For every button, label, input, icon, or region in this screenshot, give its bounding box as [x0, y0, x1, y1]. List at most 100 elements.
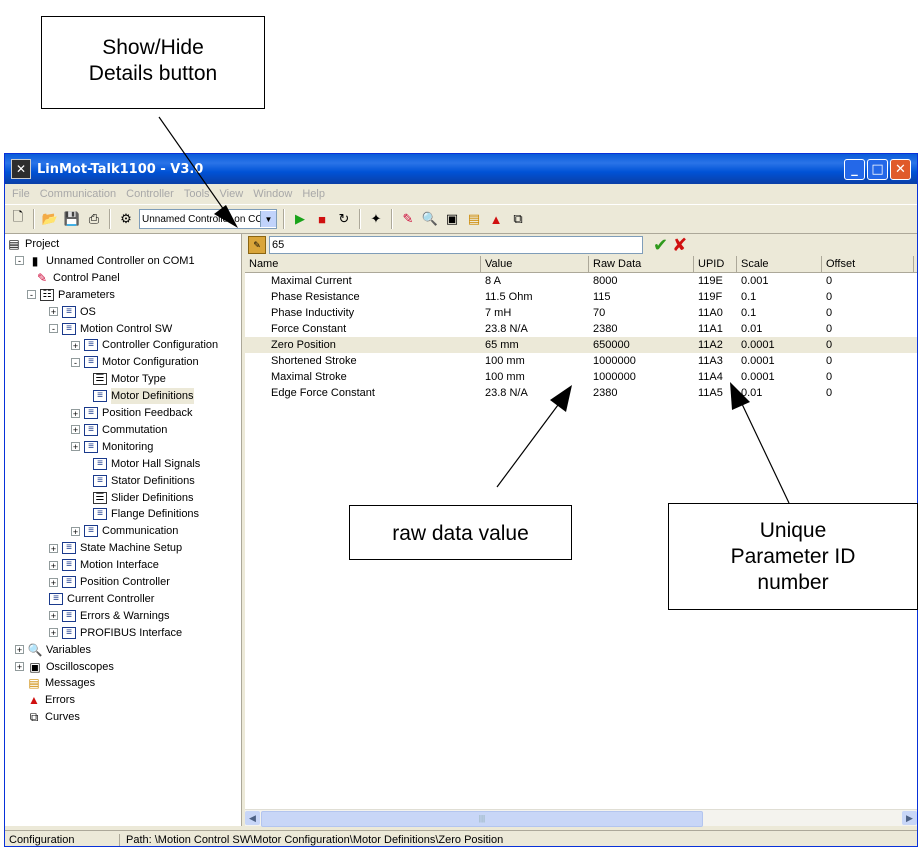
- expand-icon[interactable]: +: [71, 442, 80, 452]
- menu-tools[interactable]: Tools: [179, 188, 215, 200]
- expand-icon[interactable]: +: [71, 425, 80, 435]
- table-row[interactable]: Maximal Stroke 100 mm 1000000 11A4 0.0001 0: [245, 369, 917, 385]
- expand-icon[interactable]: +: [49, 543, 58, 553]
- menu-window[interactable]: Window: [248, 188, 297, 200]
- menu-file[interactable]: File: [7, 188, 35, 200]
- open-folder-icon[interactable]: 📂: [41, 210, 59, 228]
- play-icon[interactable]: ▶: [291, 210, 309, 228]
- tree-item[interactable]: + ▣ Oscilloscopes: [15, 659, 114, 675]
- scroll-right-icon[interactable]: ▶: [902, 811, 917, 825]
- table-row[interactable]: Shortened Stroke 100 mm 1000000 11A3 0.0001 0: [245, 353, 917, 369]
- expand-icon[interactable]: +: [71, 526, 80, 536]
- expand-icon[interactable]: +: [49, 560, 58, 570]
- menu-view[interactable]: View: [215, 188, 249, 200]
- collapse-icon[interactable]: -: [49, 324, 58, 334]
- collapse-icon[interactable]: -: [71, 357, 80, 367]
- curves-icon[interactable]: ⧉: [509, 210, 527, 228]
- chevron-down-icon[interactable]: ▼: [260, 211, 276, 227]
- folder-doc-icon: ≡: [62, 322, 76, 335]
- tree-item[interactable]: ☰ Slider Definitions: [93, 490, 194, 506]
- tree-item[interactable]: - ☷ Parameters: [27, 287, 115, 303]
- expand-icon[interactable]: +: [49, 628, 58, 638]
- tree-item[interactable]: ▲ Errors: [27, 692, 75, 708]
- column-header-scale[interactable]: Scale: [737, 256, 822, 272]
- collapse-icon[interactable]: -: [15, 256, 24, 266]
- title-bar[interactable]: ✕ LinMot-Talk1100 - V3.0 _ □ ✕: [5, 154, 917, 184]
- tree-item-label: Motion Interface: [80, 559, 159, 572]
- cancel-icon[interactable]: ✘: [672, 235, 687, 256]
- oscilloscope-icon[interactable]: ▣: [443, 210, 461, 228]
- tree-item[interactable]: ≡ Motor Definitions: [93, 388, 194, 405]
- close-button[interactable]: ✕: [890, 158, 911, 180]
- table-row[interactable]: Phase Resistance 11.5 Ohm 115 119F 0.1 0: [245, 289, 917, 305]
- show-hide-details-icon[interactable]: ⚙: [117, 210, 135, 228]
- tree-item[interactable]: + ≡ Commutation: [71, 422, 167, 438]
- horizontal-scrollbar[interactable]: ◀ ||| ▶: [245, 809, 917, 827]
- tree-item[interactable]: - ≡ Motion Control SW: [49, 321, 172, 337]
- tree-item[interactable]: ▤ Messages: [27, 675, 95, 691]
- table-row[interactable]: Maximal Current 8 A 8000 119E 0.001 0: [245, 273, 917, 289]
- table-row[interactable]: Zero Position 65 mm 650000 11A2 0.0001 0: [245, 337, 917, 353]
- accept-icon[interactable]: ✔: [653, 235, 668, 256]
- minimize-button[interactable]: _: [844, 158, 865, 180]
- scroll-left-icon[interactable]: ◀: [245, 811, 260, 825]
- column-header-offset[interactable]: Offset: [822, 256, 914, 272]
- stop-icon[interactable]: ■: [313, 210, 331, 228]
- messages-icon[interactable]: ▤: [465, 210, 483, 228]
- table-row[interactable]: Edge Force Constant 23.8 N/A 2380 11A5 0.01 0: [245, 385, 917, 401]
- save-icon[interactable]: 💾: [63, 210, 81, 228]
- expand-icon[interactable]: +: [15, 645, 24, 655]
- new-project-icon[interactable]: 🗋: [9, 209, 27, 228]
- tree-item[interactable]: ≡ Current Controller: [49, 591, 154, 607]
- controller-select[interactable]: Unnamed Controller on COM1 ▼: [139, 209, 277, 229]
- tree-item[interactable]: - ≡ Motor Configuration: [71, 354, 199, 370]
- maximize-button[interactable]: □: [867, 158, 888, 180]
- column-header-upid[interactable]: UPID: [694, 256, 737, 272]
- oscilloscope-icon: ▣: [28, 659, 42, 674]
- reset-icon[interactable]: ↻: [335, 210, 353, 228]
- column-header-raw-data[interactable]: Raw Data: [589, 256, 694, 272]
- tree-item[interactable]: + ≡ Monitoring: [71, 439, 153, 455]
- table-row[interactable]: Phase Inductivity 7 mH 70 11A0 0.1 0: [245, 305, 917, 321]
- tree-item[interactable]: + ≡ Motion Interface: [49, 557, 159, 573]
- tree-item[interactable]: ⧉ Curves: [27, 709, 80, 725]
- tree-item[interactable]: + ≡ OS: [49, 304, 96, 320]
- expand-icon[interactable]: +: [49, 611, 58, 621]
- wizard-icon[interactable]: ✦: [367, 210, 385, 228]
- control-panel-icon[interactable]: ✎: [399, 210, 417, 228]
- variables-icon[interactable]: 🔍: [421, 210, 439, 228]
- expand-icon[interactable]: +: [15, 662, 24, 672]
- menu-controller[interactable]: Controller: [121, 188, 179, 200]
- column-header-value[interactable]: Value: [481, 256, 589, 272]
- value-input[interactable]: 65: [269, 236, 643, 254]
- expand-icon[interactable]: +: [49, 577, 58, 587]
- scrollbar-thumb[interactable]: |||: [261, 811, 703, 827]
- tree-item[interactable]: ☰ Motor Type: [93, 371, 166, 387]
- tree-item[interactable]: + ≡ Position Feedback: [71, 405, 193, 421]
- menu-communication[interactable]: Communication: [35, 188, 121, 200]
- tree-item[interactable]: ▤ Project: [7, 236, 59, 252]
- tree-item[interactable]: + ≡ Errors & Warnings: [49, 608, 169, 624]
- expand-icon[interactable]: +: [49, 307, 58, 317]
- tree-item[interactable]: ≡ Motor Hall Signals: [93, 456, 200, 472]
- tree-item[interactable]: + ≡ Position Controller: [49, 574, 170, 590]
- table-row[interactable]: Force Constant 23.8 N/A 2380 11A1 0.01 0: [245, 321, 917, 337]
- tree-item[interactable]: - ▮ Unnamed Controller on COM1: [15, 253, 195, 269]
- project-tree: ▤ Project - ▮ Unnamed Controller on COM1 ✎ Con…: [5, 234, 242, 826]
- tree-item[interactable]: ≡ Flange Definitions: [93, 506, 199, 522]
- expand-icon[interactable]: +: [71, 408, 80, 418]
- print-icon[interactable]: ⎙: [85, 210, 103, 228]
- tree-item[interactable]: ≡ Stator Definitions: [93, 473, 195, 489]
- edit-value-icon: ✎: [248, 236, 266, 254]
- tree-item[interactable]: + 🔍 Variables: [15, 642, 91, 658]
- tree-item[interactable]: + ≡ Communication: [71, 523, 178, 539]
- expand-icon[interactable]: +: [71, 340, 80, 350]
- tree-item[interactable]: + ≡ PROFIBUS Interface: [49, 625, 182, 641]
- tree-item[interactable]: ✎ Control Panel: [35, 270, 120, 286]
- collapse-icon[interactable]: -: [27, 290, 36, 300]
- column-header-name[interactable]: Name: [245, 256, 481, 272]
- tree-item[interactable]: + ≡ State Machine Setup: [49, 540, 182, 556]
- menu-help[interactable]: Help: [297, 188, 330, 200]
- errors-icon[interactable]: ▲: [487, 210, 505, 228]
- tree-item[interactable]: + ≡ Controller Configuration: [71, 337, 218, 353]
